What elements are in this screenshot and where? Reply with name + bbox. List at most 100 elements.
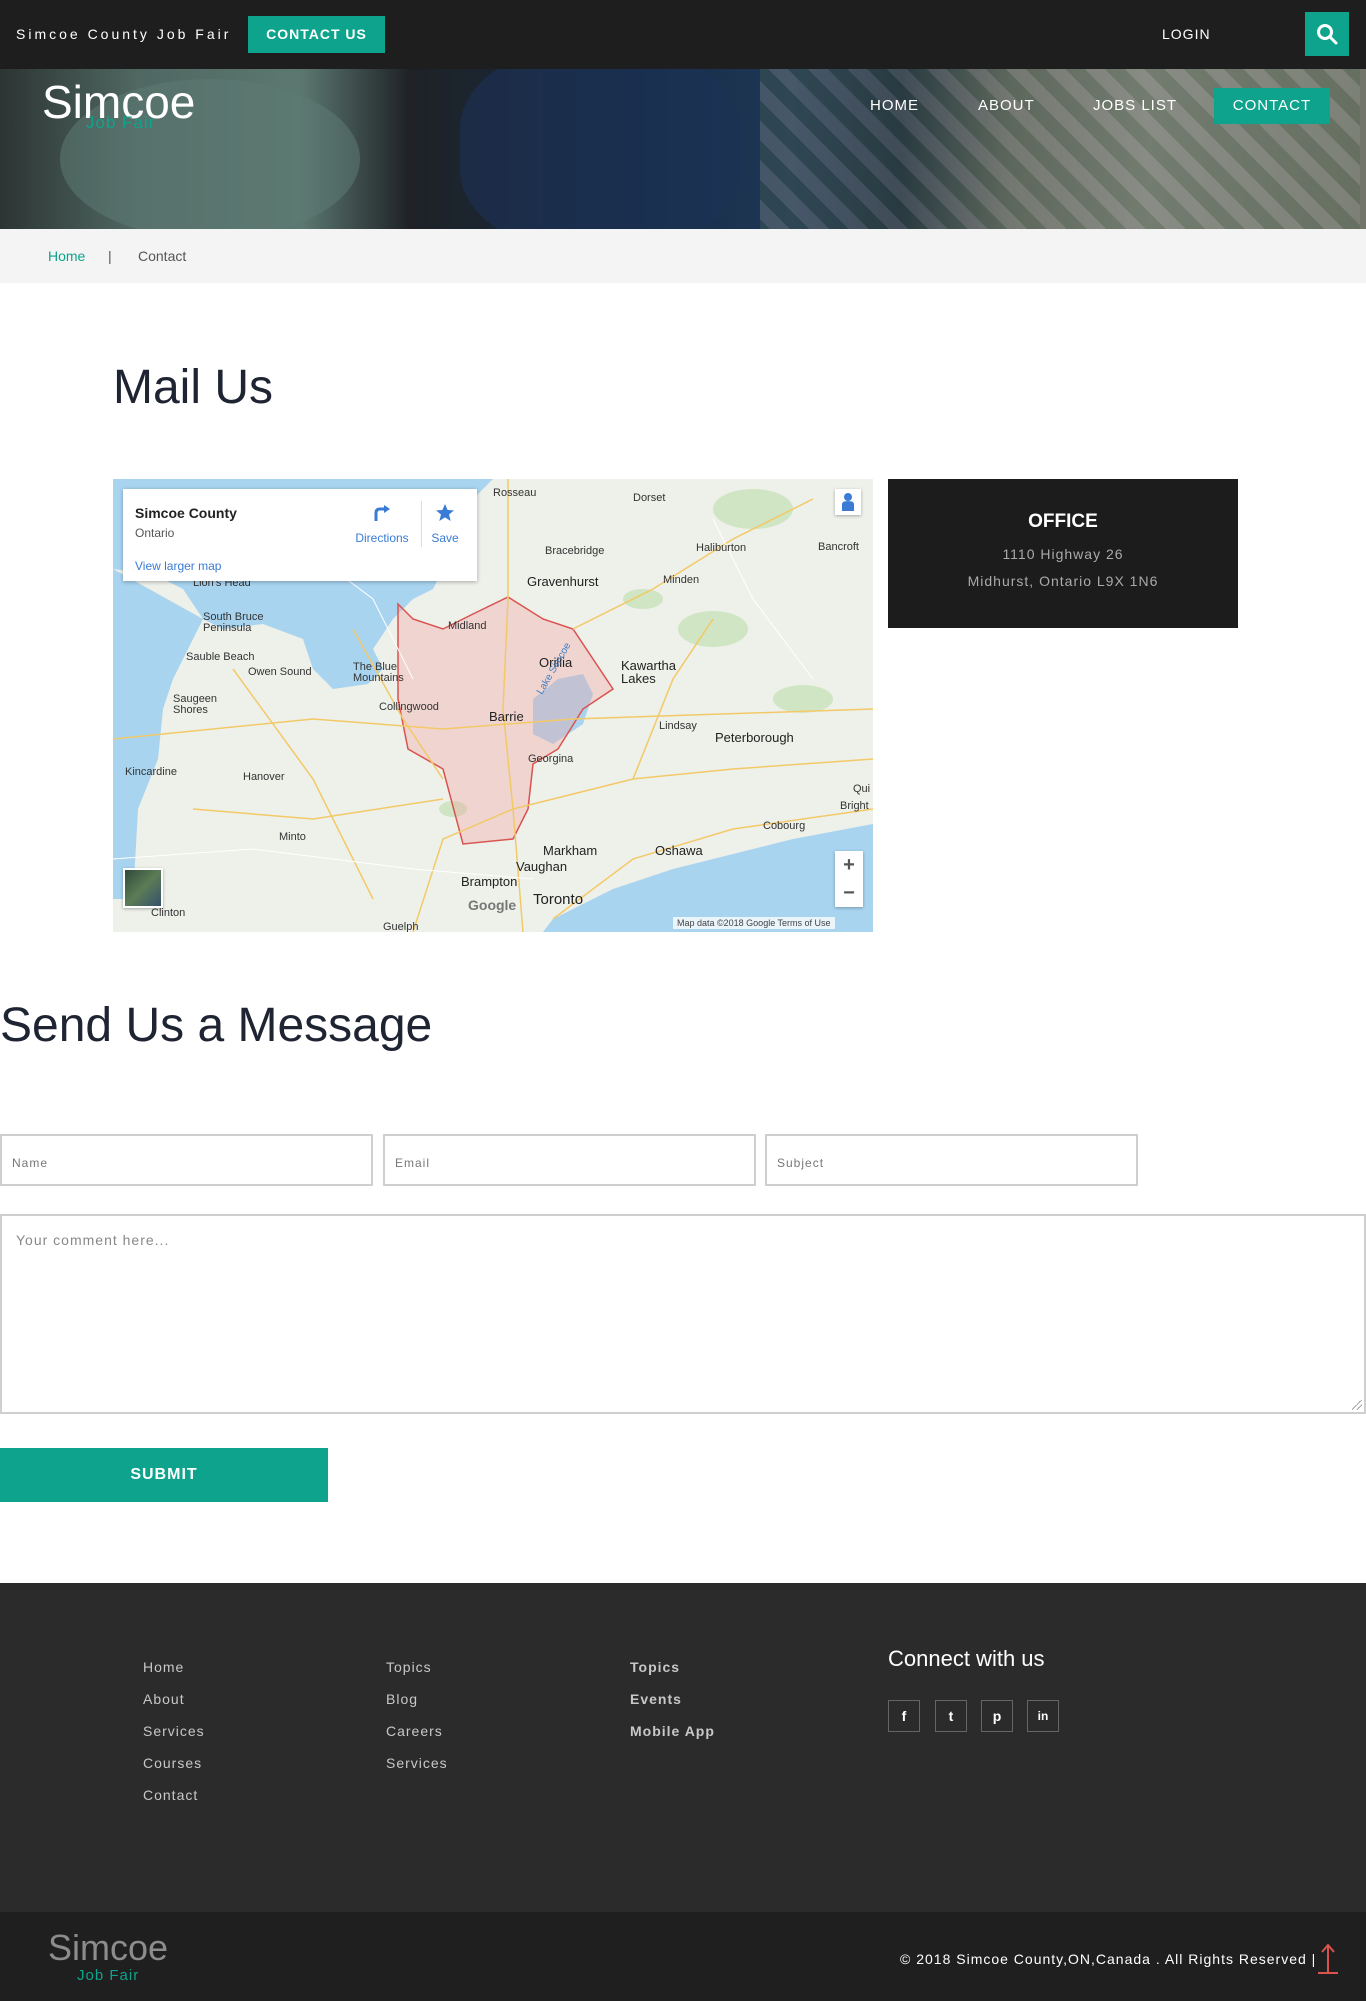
map-place-name: Simcoe County — [135, 505, 237, 521]
directions-label: Directions — [355, 531, 409, 545]
submit-button[interactable]: SUBMIT — [0, 1448, 328, 1502]
map-city-label: Dorset — [633, 492, 666, 504]
map-place-region: Ontario — [135, 526, 175, 540]
save-button[interactable]: Save — [425, 503, 465, 545]
login-link[interactable]: LOGIN — [1162, 26, 1211, 42]
map-city-label: Collingwood — [379, 701, 439, 713]
map-city-label: Cobourg — [763, 820, 806, 832]
footer-logo-subtitle[interactable]: Job Fair — [77, 1967, 139, 1984]
map-city-label: Kincardine — [125, 766, 177, 778]
footer-link-home[interactable]: Home — [143, 1659, 184, 1675]
logo-subtitle[interactable]: Job Fair — [86, 113, 155, 133]
street-view-pegman[interactable] — [835, 489, 861, 515]
search-button[interactable] — [1305, 12, 1349, 56]
footer-link-events[interactable]: Events — [630, 1691, 682, 1707]
facebook-icon[interactable]: f — [888, 1700, 920, 1732]
subject-field[interactable]: Subject — [765, 1134, 1138, 1186]
map-city-label: Bancroft — [818, 541, 859, 553]
nav-about[interactable]: ABOUT — [978, 97, 1035, 114]
pinterest-icon[interactable]: p — [981, 1700, 1013, 1732]
resize-handle[interactable] — [1352, 1400, 1362, 1410]
map-city-label: Owen Sound — [248, 666, 312, 678]
view-larger-map-link[interactable]: View larger map — [135, 559, 221, 573]
map-city-label: Qui — [853, 783, 871, 795]
header-banner: Simcoe Job Fair HOME ABOUT JOBS LIST CON… — [0, 69, 1366, 229]
save-label: Save — [431, 531, 459, 545]
google-map[interactable]: Rosseau Dorset Bracebridge Haliburton Ba… — [113, 479, 873, 932]
map-city-label: Rosseau — [493, 487, 537, 499]
breadcrumb: Home | Contact — [0, 229, 1366, 283]
nav-jobs-list[interactable]: JOBS LIST — [1093, 97, 1177, 114]
map-city-label: Bright — [840, 800, 869, 812]
map-city-label: Oshawa — [655, 843, 703, 858]
map-city-label: Markham — [543, 843, 598, 858]
zoom-in-button[interactable]: + — [835, 851, 863, 879]
map-city-label: Gravenhurst — [527, 574, 599, 589]
linkedin-icon[interactable]: in — [1027, 1700, 1059, 1732]
footer-link-services-2[interactable]: Services — [386, 1755, 448, 1771]
map-city-label: Hanover — [243, 771, 285, 783]
site-brand-text: Simcoe County Job Fair — [16, 26, 232, 42]
map-city-label: Midland — [448, 620, 487, 632]
comment-placeholder: Your comment here... — [16, 1232, 170, 1248]
map-city-label: The Blue Mountains — [353, 661, 404, 684]
office-info-box: OFFICE 1110 Highway 26 Midhurst, Ontario… — [888, 479, 1238, 628]
star-icon — [436, 504, 454, 521]
search-icon — [1317, 24, 1338, 45]
banner-overlay — [0, 69, 1366, 229]
map-city-label: Vaughan — [516, 859, 568, 874]
footer-link-contact[interactable]: Contact — [143, 1787, 198, 1803]
satellite-toggle[interactable] — [123, 868, 163, 908]
footer-link-careers[interactable]: Careers — [386, 1723, 443, 1739]
map-city-label: Kawartha Lakes — [621, 658, 676, 686]
breadcrumb-current: Contact — [138, 248, 187, 264]
footer-link-blog[interactable]: Blog — [386, 1691, 418, 1707]
office-title: OFFICE — [1028, 511, 1098, 532]
map-city-label: Clinton — [151, 907, 186, 919]
nav-home[interactable]: HOME — [870, 97, 919, 114]
twitter-icon[interactable]: t — [935, 1700, 967, 1732]
footer-link-services[interactable]: Services — [143, 1723, 205, 1739]
map-city-label: Haliburton — [696, 542, 747, 554]
map-city-label: Minden — [663, 574, 700, 586]
directions-icon — [374, 505, 390, 521]
map-city-label: Peterborough — [715, 730, 794, 745]
breadcrumb-separator: | — [108, 248, 112, 264]
footer-link-courses[interactable]: Courses — [143, 1755, 202, 1771]
map-city-label: Saugeen Shores — [173, 693, 218, 716]
footer-link-topics-bold[interactable]: Topics — [630, 1659, 680, 1675]
map-zoom-controls: + − — [835, 851, 863, 907]
map-city-label: South Bruce Peninsula — [203, 611, 264, 634]
breadcrumb-home-link[interactable]: Home — [48, 248, 85, 264]
office-address-line2: Midhurst, Ontario L9X 1N6 — [967, 573, 1159, 589]
connect-heading: Connect with us — [888, 1646, 1045, 1671]
pegman-icon — [842, 493, 854, 511]
mail-us-heading: Mail Us — [113, 361, 274, 414]
footer-link-topics[interactable]: Topics — [386, 1659, 432, 1675]
footer-logo-title[interactable]: Simcoe — [48, 1927, 168, 1969]
footer-link-about[interactable]: About — [143, 1691, 185, 1707]
map-city-label: Georgina — [528, 753, 574, 765]
map-city-label: Minto — [279, 831, 306, 843]
map-city-label: Brampton — [461, 874, 518, 889]
zoom-out-button[interactable]: − — [835, 879, 863, 907]
directions-button[interactable]: Directions — [352, 503, 412, 545]
footer-link-mobile-app[interactable]: Mobile App — [630, 1723, 715, 1739]
map-city-label: Barrie — [489, 709, 524, 724]
map-city-label: Lindsay — [659, 720, 697, 732]
footer: Home About Services Courses Contact Topi… — [0, 1583, 1366, 1912]
copyright-text: © 2018 Simcoe County,ON,Canada . All Rig… — [900, 1951, 1317, 1967]
contact-us-button[interactable]: CONTACT US — [248, 16, 385, 53]
map-city-label: Guelph — [383, 921, 419, 932]
email-field[interactable]: Email — [383, 1134, 756, 1186]
arrow-up-icon[interactable] — [1316, 1942, 1340, 1976]
nav-contact[interactable]: CONTACT — [1214, 88, 1330, 124]
map-info-card: Simcoe County Ontario View larger map Di… — [123, 489, 477, 581]
comment-textarea[interactable]: Your comment here... — [0, 1214, 1366, 1414]
name-field[interactable]: Name — [0, 1134, 373, 1186]
map-attribution[interactable]: Map data ©2018 Google Terms of Use — [673, 917, 835, 929]
map-city-label: Toronto — [533, 891, 584, 908]
top-bar: Simcoe County Job Fair CONTACT US LOGIN — [0, 0, 1366, 69]
card-divider — [421, 501, 422, 547]
map-city-label: Bracebridge — [545, 545, 605, 557]
